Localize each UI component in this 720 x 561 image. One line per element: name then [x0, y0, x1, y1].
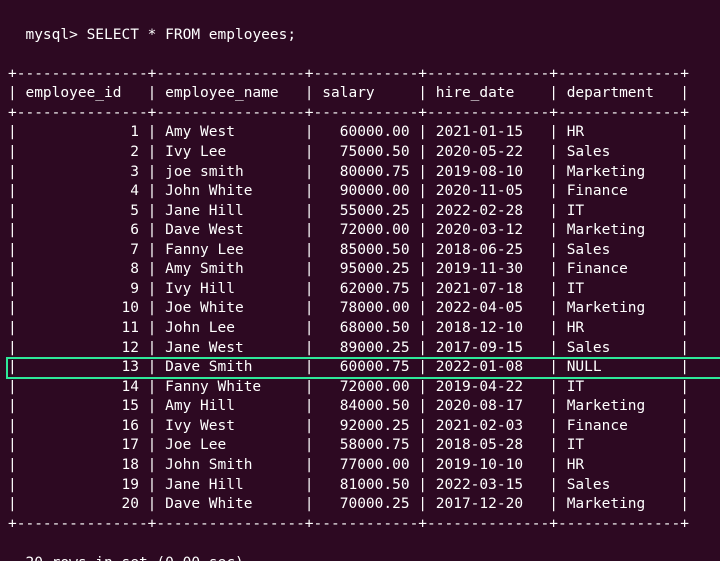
table-border-bottom: +---------------+-----------------+-----… [8, 515, 712, 535]
table-row: | 11 | John Lee | 68000.50 | 2018-12-10 … [8, 319, 712, 339]
table-border-top: +---------------+-----------------+-----… [8, 65, 712, 85]
table-row: | 15 | Amy Hill | 84000.50 | 2020-08-17 … [8, 397, 712, 417]
table-row: | 1 | Amy West | 60000.00 | 2021-01-15 |… [8, 123, 712, 143]
sql-statement: SELECT * FROM employees; [87, 27, 297, 43]
table-row: | 2 | Ivy Lee | 75000.50 | 2020-05-22 | … [8, 143, 712, 163]
table-row: | 8 | Amy Smith | 95000.25 | 2019-11-30 … [8, 260, 712, 280]
result-summary: 20 rows in set (0.00 sec) [25, 555, 243, 561]
table-row: | 14 | Fanny White | 72000.00 | 2019-04-… [8, 378, 712, 398]
table-row: | 19 | Jane Hill | 81000.50 | 2022-03-15… [8, 476, 712, 496]
table-row: | 5 | Jane Hill | 55000.25 | 2022-02-28 … [8, 202, 712, 222]
result-table: +---------------+-----------------+-----… [8, 65, 712, 535]
table-row: | 16 | Ivy West | 92000.25 | 2021-02-03 … [8, 417, 712, 437]
table-row: | 20 | Dave White | 70000.25 | 2017-12-2… [8, 495, 712, 515]
table-row: | 18 | John Smith | 77000.00 | 2019-10-1… [8, 456, 712, 476]
table-row: | 7 | Fanny Lee | 85000.50 | 2018-06-25 … [8, 241, 712, 261]
table-row: | 3 | joe smith | 80000.75 | 2019-08-10 … [8, 163, 712, 183]
table-border-mid: +---------------+-----------------+-----… [8, 104, 712, 124]
table-row: | 9 | Ivy Hill | 62000.75 | 2021-07-18 |… [8, 280, 712, 300]
table-row: | 10 | Joe White | 78000.00 | 2022-04-05… [8, 299, 712, 319]
table-header-row: | employee_id | employee_name | salary |… [8, 84, 712, 104]
table-row: | 13 | Dave Smith | 60000.75 | 2022-01-0… [8, 358, 712, 378]
table-row: | 4 | John White | 90000.00 | 2020-11-05… [8, 182, 712, 202]
terminal-output[interactable]: mysql> SELECT * FROM employees; +-------… [0, 0, 720, 561]
table-row: | 12 | Jane West | 89000.25 | 2017-09-15… [8, 339, 712, 359]
table-row: | 17 | Joe Lee | 58000.75 | 2018-05-28 |… [8, 436, 712, 456]
table-row: | 6 | Dave West | 72000.00 | 2020-03-12 … [8, 221, 712, 241]
mysql-prompt: mysql> [25, 27, 86, 43]
